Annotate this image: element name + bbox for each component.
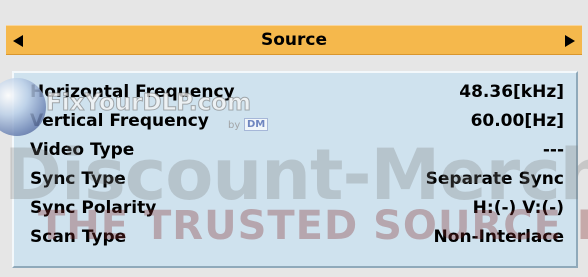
source-menu-header[interactable]: Source xyxy=(6,25,582,55)
info-row-horizontal-frequency: Horizontal Frequency 48.36[kHz] xyxy=(30,77,564,107)
info-label: Sync Type xyxy=(30,169,126,189)
info-row-sync-polarity: Sync Polarity H:(-) V:(-) xyxy=(30,193,564,223)
triangle-right-icon[interactable] xyxy=(565,35,575,47)
info-row-vertical-frequency: Vertical Frequency 60.00[Hz] xyxy=(30,106,564,136)
info-label: Sync Polarity xyxy=(30,198,157,218)
info-value: Non-Interlace xyxy=(433,227,564,247)
info-label: Scan Type xyxy=(30,227,127,247)
info-label: Horizontal Frequency xyxy=(30,82,235,102)
info-row-scan-type: Scan Type Non-Interlace xyxy=(30,222,564,252)
info-value: 60.00[Hz] xyxy=(470,111,564,131)
info-row-sync-type: Sync Type Separate Sync xyxy=(30,164,564,194)
info-label: Video Type xyxy=(30,140,135,160)
info-row-video-type: Video Type --- xyxy=(30,135,564,165)
osd-window: Source Horizontal Frequency 48.36[kHz] V… xyxy=(0,0,588,277)
source-info-panel: Horizontal Frequency 48.36[kHz] Vertical… xyxy=(12,71,578,268)
info-value: --- xyxy=(542,140,564,160)
info-value: Separate Sync xyxy=(425,169,564,189)
menu-title: Source xyxy=(260,30,328,50)
info-label: Vertical Frequency xyxy=(30,111,209,131)
info-value: 48.36[kHz] xyxy=(459,82,564,102)
info-value: H:(-) V:(-) xyxy=(472,198,564,218)
